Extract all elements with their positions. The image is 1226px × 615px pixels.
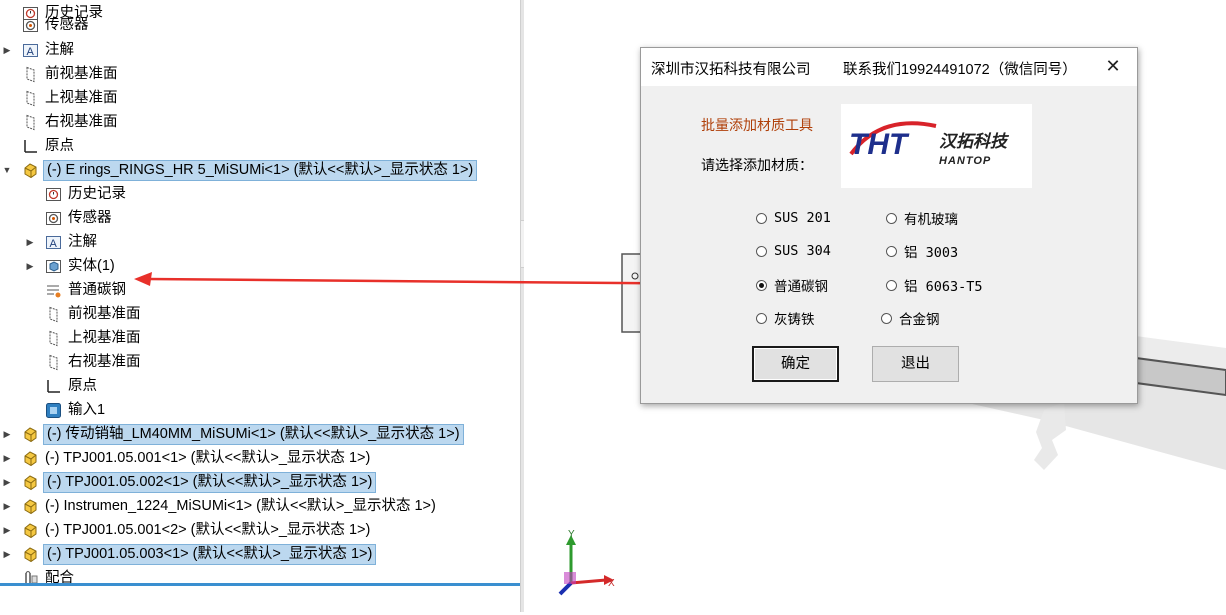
tree-item-label: (-) 传动销轴_LM40MM_MiSUMi<1> (默认<<默认>_显示状态 … [43,423,464,445]
radio-circle[interactable] [756,312,767,324]
tree-item[interactable]: (-) TPJ001.05.001<1> (默认<<默认>_显示状态 1>) [22,447,372,469]
exit-button[interactable]: 退出 [872,346,959,382]
radio-circle[interactable] [756,279,767,291]
material-radio[interactable]: 合金钢 [881,308,940,328]
tree-bottom-bar [0,583,520,586]
import-icon [45,402,62,419]
tree-item[interactable]: 输入1 [45,399,107,421]
material-radio-label: SUS 304 [774,243,831,259]
close-icon[interactable]: ✕ [1103,56,1123,76]
axis-y-label: Y [568,529,575,540]
material-radio[interactable]: 有机玻璃 [886,208,958,228]
tree-item[interactable]: (-) TPJ001.05.003<1> (默认<<默认>_显示状态 1>) [22,543,377,565]
material-dialog: 深圳市汉拓科技有限公司 联系我们19924491072（微信同号） ✕ 批量添加… [640,47,1138,404]
material-radio[interactable]: SUS 304 [756,241,831,261]
tree-item-label: (-) Instrumen_1224_MiSUMi<1> (默认<<默认>_显示… [45,498,436,514]
dialog-titlebar: 深圳市汉拓科技有限公司 联系我们19924491072（微信同号） ✕ [641,48,1137,86]
tree-item[interactable]: (-) Instrumen_1224_MiSUMi<1> (默认<<默认>_显示… [22,495,438,517]
part-icon [22,546,39,563]
tree-item-label: (-) TPJ001.05.001<2> (默认<<默认>_显示状态 1>) [45,522,371,538]
logo-name-cn: 汉拓科技 [939,132,1010,152]
material-radio-label: 普通碳钢 [774,279,828,295]
tree-item-label: 前视基准面 [68,306,141,322]
part-icon [22,474,39,491]
origin-icon [45,378,62,395]
radio-circle[interactable] [886,279,897,291]
material-radio-label: 合金钢 [899,312,940,328]
tree-item-label: 原点 [68,378,97,394]
tree-item[interactable]: 原点 [45,375,99,397]
tree-item-label: (-) TPJ001.05.002<1> (默认<<默认>_显示状态 1>) [43,471,377,493]
tree-item[interactable]: (-) TPJ001.05.002<1> (默认<<默认>_显示状态 1>) [22,471,377,493]
material-radio-label: 铝 6063-T5 [904,279,983,295]
material-radio[interactable]: 铝 6063-T5 [886,275,983,295]
chevron-right-icon[interactable]: ▶ [2,447,12,469]
part-icon [22,522,39,539]
part-icon [22,498,39,515]
material-radio[interactable]: 铝 3003 [886,241,958,261]
tree-item-label: (-) TPJ001.05.003<1> (默认<<默认>_显示状态 1>) [43,543,377,565]
tree-item[interactable]: 前视基准面 [45,303,143,325]
part-icon [22,426,39,443]
chevron-right-icon[interactable]: ▶ [2,471,12,493]
chevron-right-icon[interactable]: ▶ [2,519,12,541]
plane-icon [45,354,62,371]
plane-icon [45,306,62,323]
ok-button[interactable]: 确定 [752,346,839,382]
chevron-right-icon[interactable]: ▶ [2,543,12,565]
axis-triad [558,535,614,596]
radio-circle[interactable] [881,312,892,324]
tool-name-label: 批量添加材质工具 [701,117,813,133]
dialog-title-company: 深圳市汉拓科技有限公司 [651,62,811,78]
tree-item-label: 上视基准面 [68,330,141,346]
hantop-logo: THT 汉拓科技 HANTOP [841,104,1032,188]
plane-icon [45,330,62,347]
tree-item-label: 输入1 [68,402,106,418]
radio-circle[interactable] [756,212,767,224]
tree-item[interactable]: 右视基准面 [45,351,143,373]
material-radio-label: 铝 3003 [904,245,959,261]
material-radio[interactable]: 普通碳钢 [756,275,828,295]
chevron-right-icon[interactable]: ▶ [2,495,12,517]
radio-circle[interactable] [886,212,897,224]
material-radio[interactable]: SUS 201 [756,208,831,228]
tree-item-label: 右视基准面 [68,354,141,370]
axis-x-label: X [608,578,615,589]
logo-mark: THT [849,128,910,161]
radio-circle[interactable] [886,245,897,257]
material-radio-label: 有机玻璃 [904,212,958,228]
part-icon [22,450,39,467]
tree-item[interactable]: (-) 传动销轴_LM40MM_MiSUMi<1> (默认<<默认>_显示状态 … [22,423,464,445]
logo-name-en: HANTOP [939,155,991,167]
material-radio-label: 灰铸铁 [774,312,815,328]
tree-item[interactable]: (-) TPJ001.05.001<2> (默认<<默认>_显示状态 1>) [22,519,372,541]
material-radio-label: SUS 201 [774,210,831,226]
tree-item[interactable]: 上视基准面 [45,327,143,349]
tree-item-label: (-) TPJ001.05.001<1> (默认<<默认>_显示状态 1>) [45,450,371,466]
chevron-right-icon[interactable]: ▶ [2,423,12,445]
dialog-title-contact: 联系我们19924491072（微信同号） [843,62,1077,78]
radio-circle[interactable] [756,245,767,257]
material-radio[interactable]: 灰铸铁 [756,308,815,328]
select-material-prompt: 请选择添加材质： [701,157,813,173]
